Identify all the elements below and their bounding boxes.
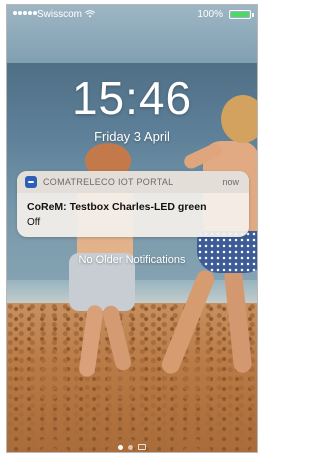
carrier-name: Swisscom	[37, 9, 83, 20]
page-dot	[128, 444, 133, 450]
no-older-notifications-label: No Older Notifications	[78, 254, 186, 266]
notification-card[interactable]: COMATRELECO IOT PORTAL now CoReM: Testbo…	[17, 171, 249, 237]
battery-percent: 100%	[197, 9, 223, 20]
camera-icon[interactable]	[138, 444, 146, 450]
notification-header: COMATRELECO IOT PORTAL now	[17, 171, 249, 193]
notification-title: CoReM: Testbox Charles-LED green	[27, 201, 207, 213]
lock-screen-date: Friday 3 April	[94, 129, 170, 144]
signal-dots-icon	[13, 11, 37, 15]
page-dot-active	[118, 444, 123, 450]
notification-body: Off	[27, 217, 41, 228]
battery-icon	[229, 10, 251, 19]
wifi-icon	[85, 10, 95, 18]
lock-screen-time: 15:46	[71, 72, 193, 124]
page-indicator[interactable]	[7, 444, 257, 450]
phone-screen: Swisscom 100% 15:46 Friday 3 April COMAT…	[6, 4, 258, 453]
battery-fill	[231, 12, 249, 17]
child-right-skirt	[197, 231, 257, 273]
notification-app-name: COMATRELECO IOT PORTAL	[43, 177, 174, 187]
wallpaper-sand	[7, 303, 257, 452]
battery-tip	[252, 13, 254, 17]
notification-time: now	[222, 177, 239, 187]
status-bar: Swisscom 100%	[7, 5, 257, 25]
comatreleco-app-icon	[25, 176, 37, 188]
